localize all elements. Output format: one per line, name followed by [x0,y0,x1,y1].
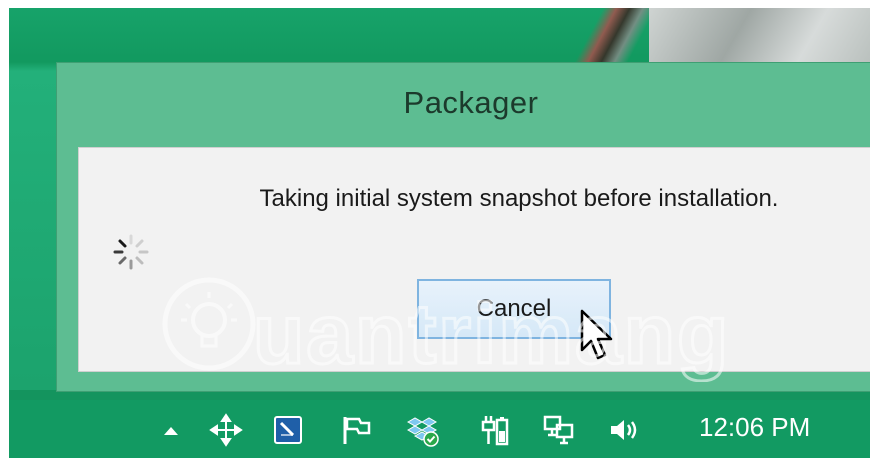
power-battery-icon[interactable] [477,413,511,447]
taskbar-clock[interactable]: 12:06 PM [699,412,810,443]
action-center-flag-icon[interactable] [339,413,373,447]
loading-spinner-icon [113,234,149,270]
move-arrows-icon[interactable] [209,413,243,447]
taskbar: 12:06 PM [9,400,870,458]
network-icon[interactable] [542,413,576,447]
dialog-body: Taking initial system snapshot before in… [78,147,870,372]
powershell-icon[interactable] [271,413,305,447]
show-hidden-icons-arrow-icon[interactable] [154,413,188,447]
wallpaper-detail [649,8,870,70]
volume-icon[interactable] [607,413,641,447]
dropbox-icon[interactable] [405,413,439,447]
dialog-title: Packager [403,85,539,120]
screenshot-frame: Packager Taking initial system snapshot … [9,8,870,458]
cancel-button-label: Cancel [476,295,552,322]
packager-dialog: Packager Taking initial system snapshot … [56,62,870,392]
status-message: Taking initial system snapshot before in… [259,185,779,212]
mouse-pointer-icon [580,309,613,360]
